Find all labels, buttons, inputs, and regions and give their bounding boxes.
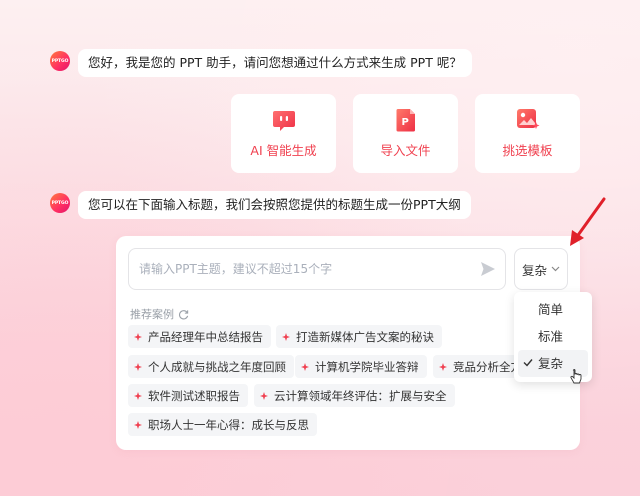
chevron-down-icon: [551, 266, 560, 272]
recommend-chip[interactable]: 云计算领域年终评估：扩展与安全: [254, 384, 455, 407]
import-file-label: 导入文件: [380, 143, 431, 158]
instruction-message: 您可以在下面输入标题，我们会按照您提供的标题生成一份PPT大纲: [78, 191, 471, 219]
chip-label: 个人成就与挑战之年度回顾: [148, 359, 286, 374]
sparkle-icon: [282, 332, 290, 341]
chip-label: 职场人士一年心得：成长与反思: [148, 417, 309, 432]
avatar-label: PPTGO: [51, 200, 69, 206]
svg-text:P: P: [401, 117, 408, 128]
ai-generate-label: AI 智能生成: [250, 143, 317, 158]
option-label: 简单: [538, 302, 564, 317]
choose-template-label: 挑选模板: [502, 143, 553, 158]
choose-template-option[interactable]: 挑选模板: [475, 94, 580, 173]
assistant-avatar: PPTGO: [50, 193, 70, 213]
complexity-option-simple[interactable]: 简单: [518, 296, 588, 323]
avatar-label: PPTGO: [51, 58, 69, 64]
sparkle-icon: [134, 391, 142, 400]
sparkle-icon: [134, 420, 142, 429]
chip-label: 软件测试述职报告: [148, 388, 240, 403]
chip-label: 产品经理年中总结报告: [148, 329, 263, 344]
red-arrow-annotation: [570, 197, 606, 246]
sparkle-icon: [439, 362, 447, 371]
mouse-cursor-icon: [570, 369, 582, 384]
send-button[interactable]: [479, 260, 497, 278]
sparkle-icon: [260, 391, 268, 400]
option-label: 复杂: [538, 356, 564, 371]
ai-generate-option[interactable]: AI 智能生成: [231, 94, 336, 173]
recommend-chip[interactable]: 产品经理年中总结报告: [128, 325, 271, 348]
sparkle-icon: [301, 362, 309, 371]
chip-label: 云计算领域年终评估：扩展与安全: [274, 388, 447, 403]
recommend-chip[interactable]: 软件测试述职报告: [128, 384, 248, 407]
recommend-title: 推荐案例: [130, 306, 189, 322]
topic-input[interactable]: [139, 258, 459, 280]
chip-label: 打造新媒体广告文案的秘诀: [296, 329, 434, 344]
recommend-chip[interactable]: 打造新媒体广告文案的秘诀: [276, 325, 442, 348]
sparkle-icon: [134, 332, 142, 341]
import-file-option[interactable]: P 导入文件: [353, 94, 458, 173]
option-label: 标准: [538, 329, 564, 344]
input-panel: 复杂 推荐案例 产品经理年中总结报告 打造新媒体广告文案的秘诀 个人成就与挑战之…: [116, 236, 580, 450]
chip-label: 竞品分析全方: [453, 359, 517, 374]
complexity-select[interactable]: 复杂: [514, 248, 568, 290]
topic-input-box: [128, 248, 506, 290]
assistant-avatar: PPTGO: [50, 51, 70, 71]
complexity-value: 复杂: [521, 262, 547, 278]
template-image-icon: [516, 108, 540, 132]
ai-chat-icon: [272, 108, 296, 132]
sparkle-icon: [134, 362, 142, 371]
check-icon: [523, 359, 533, 367]
ppt-file-icon: P: [394, 108, 418, 132]
refresh-icon[interactable]: [178, 309, 189, 320]
recommend-chip[interactable]: 个人成就与挑战之年度回顾: [128, 355, 294, 378]
complexity-option-standard[interactable]: 标准: [518, 323, 588, 350]
recommend-chip[interactable]: 计算机学院毕业答辩: [295, 355, 427, 378]
recommend-chip[interactable]: 竞品分析全方: [433, 355, 517, 378]
recommend-chip[interactable]: 职场人士一年心得：成长与反思: [128, 413, 317, 436]
greeting-message: 您好，我是您的 PPT 助手，请问您想通过什么方式来生成 PPT 呢？: [78, 49, 472, 77]
chip-label: 计算机学院毕业答辩: [315, 359, 419, 374]
send-icon: [481, 262, 495, 276]
recommend-title-text: 推荐案例: [130, 308, 174, 321]
